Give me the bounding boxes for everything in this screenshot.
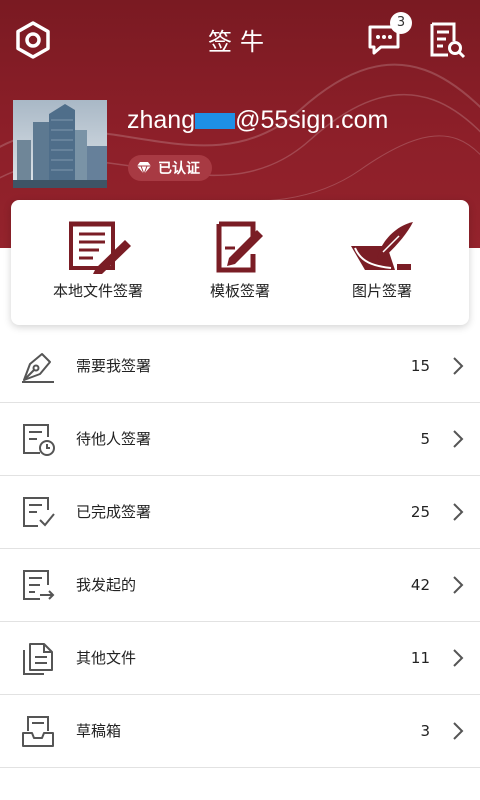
menu-count: 3 [420, 722, 430, 740]
local-file-sign-button[interactable]: 本地文件签署 [28, 218, 168, 301]
document-search-icon[interactable] [428, 21, 468, 59]
document-check-icon [23, 497, 55, 527]
email-redaction [195, 113, 236, 129]
menu-label: 已完成签署 [76, 503, 152, 521]
menu-item-drafts[interactable]: 草稿箱 3 [0, 695, 480, 768]
template-sign-label: 模板签署 [209, 282, 270, 300]
quick-actions-card: 本地文件签署 模板签署 图片签署 [11, 200, 469, 325]
menu-item-waiting-others[interactable]: 待他人签署 5 [0, 403, 480, 476]
diamond-icon [137, 162, 151, 175]
avatar[interactable] [13, 100, 107, 188]
document-clock-icon [23, 424, 55, 456]
image-sign-button[interactable]: 图片签署 [312, 218, 452, 301]
chevron-right-icon [453, 576, 464, 594]
message-badge: 3 [390, 12, 412, 34]
verified-badge: 已认证 [128, 155, 212, 181]
chevron-right-icon [453, 503, 464, 521]
menu-count: 5 [420, 430, 430, 448]
template-sign-icon [216, 221, 263, 273]
menu-count: 11 [410, 649, 430, 667]
menu-item-need-my-signature[interactable]: 需要我签署 15 [0, 330, 480, 403]
menu-item-completed[interactable]: 已完成签署 25 [0, 476, 480, 549]
chevron-right-icon [453, 430, 464, 448]
email-prefix: zhang [127, 106, 196, 134]
inbox-tray-icon [22, 716, 54, 747]
menu-item-initiated[interactable]: 我发起的 42 [0, 549, 480, 622]
local-file-sign-label: 本地文件签署 [52, 282, 143, 300]
user-email: zhang @55sign.com [127, 106, 388, 135]
menu-item-other-files[interactable]: 其他文件 11 [0, 622, 480, 695]
document-menu-list: 需要我签署 15 待他人签署 5 已完成签署 25 我发起的 42 其他文件 1… [0, 330, 480, 768]
menu-label: 我发起的 [76, 576, 137, 594]
pen-nib-icon [22, 353, 54, 383]
template-sign-button[interactable]: 模板签署 [170, 218, 310, 301]
menu-count: 42 [410, 576, 430, 594]
chevron-right-icon [453, 649, 464, 667]
menu-label: 需要我签署 [76, 357, 152, 375]
menu-label: 其他文件 [76, 649, 137, 667]
avatar-image [13, 100, 107, 188]
chevron-right-icon [453, 357, 464, 375]
chevron-right-icon [453, 722, 464, 740]
menu-count: 25 [410, 503, 430, 521]
email-suffix: @55sign.com [235, 106, 389, 134]
image-sign-icon [351, 222, 413, 270]
menu-label: 待他人签署 [76, 430, 152, 448]
verified-label: 已认证 [158, 161, 200, 177]
local-file-sign-icon [69, 221, 131, 274]
document-send-icon [23, 570, 55, 600]
menu-count: 15 [410, 357, 430, 375]
files-icon [23, 643, 53, 675]
menu-label: 草稿箱 [76, 722, 122, 740]
image-sign-label: 图片签署 [351, 282, 412, 300]
